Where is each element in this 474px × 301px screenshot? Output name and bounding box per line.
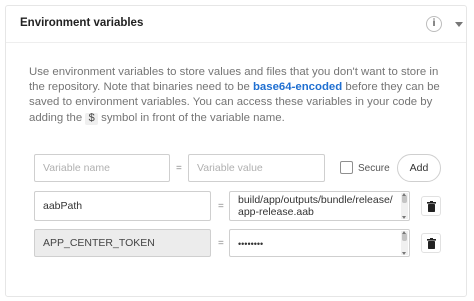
variable-name-field-app-center-token: APP_CENTER_TOKEN	[34, 229, 211, 257]
variable-name-value: aabPath	[43, 200, 83, 212]
variable-name-placeholder: Variable name	[43, 162, 110, 174]
description-text: Use environment variables to store value…	[29, 65, 449, 127]
dollar-code: $	[85, 112, 98, 125]
panel-title: Environment variables	[20, 17, 144, 29]
value-scrollbar[interactable]	[401, 231, 408, 255]
info-icon[interactable]: i	[426, 16, 442, 32]
variable-value-field-aabpath[interactable]: build/app/outputs/bundle/release/ app-re…	[229, 191, 410, 221]
masked-value-text: ••••••••	[238, 239, 264, 249]
value-scrollbar[interactable]	[401, 193, 408, 219]
base64-link[interactable]: base64-encoded	[253, 81, 342, 93]
variable-value-input[interactable]: Variable value	[188, 154, 325, 182]
secure-label: Secure	[358, 163, 390, 174]
add-button[interactable]: Add	[397, 154, 441, 182]
variable-name-value: APP_CENTER_TOKEN	[43, 237, 155, 249]
caret-down-icon[interactable]	[451, 16, 467, 32]
delete-app-center-token-button[interactable]	[421, 233, 441, 253]
trash-icon	[427, 201, 436, 212]
secure-checkbox[interactable]	[340, 161, 353, 174]
panel-header[interactable]: Environment variables i	[6, 6, 466, 43]
variable-value-text: build/app/outputs/bundle/release/ app-re…	[238, 194, 393, 218]
equals-sign: =	[218, 201, 224, 212]
scroll-down-icon[interactable]	[402, 252, 406, 255]
description-part-3: symbol in front of the variable name.	[97, 111, 285, 124]
variable-value-placeholder: Variable value	[197, 162, 263, 174]
scroll-up-icon[interactable]	[402, 231, 406, 234]
variable-name-input[interactable]: Variable name	[34, 154, 170, 182]
trash-icon	[427, 238, 436, 249]
delete-aabpath-button[interactable]	[421, 196, 441, 216]
equals-sign: =	[176, 163, 182, 174]
variable-value-field-app-center-token[interactable]: ••••••••	[229, 229, 410, 257]
scroll-down-icon[interactable]	[402, 216, 406, 219]
scroll-up-icon[interactable]	[402, 193, 406, 196]
equals-sign: =	[218, 238, 224, 249]
variable-name-field-aabpath[interactable]: aabPath	[34, 191, 211, 221]
